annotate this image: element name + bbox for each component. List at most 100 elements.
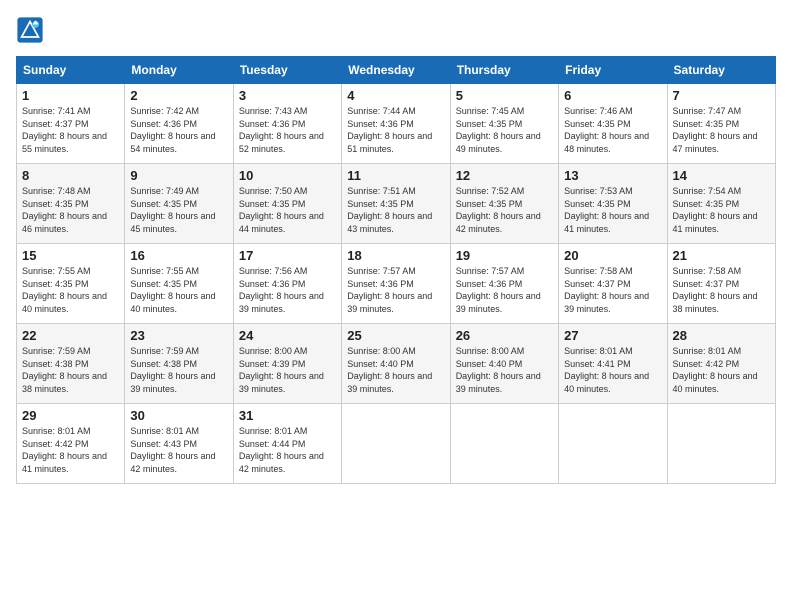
col-saturday: Saturday <box>667 57 775 84</box>
col-tuesday: Tuesday <box>233 57 341 84</box>
day-detail: Sunrise: 7:42 AM Sunset: 4:36 PM Dayligh… <box>130 105 227 155</box>
table-row: 23 Sunrise: 7:59 AM Sunset: 4:38 PM Dayl… <box>125 324 233 404</box>
table-row: 8 Sunrise: 7:48 AM Sunset: 4:35 PM Dayli… <box>17 164 125 244</box>
day-detail: Sunrise: 7:55 AM Sunset: 4:35 PM Dayligh… <box>130 265 227 315</box>
day-detail: Sunrise: 8:01 AM Sunset: 4:42 PM Dayligh… <box>673 345 770 395</box>
page-header <box>16 16 776 44</box>
table-row: 4 Sunrise: 7:44 AM Sunset: 4:36 PM Dayli… <box>342 84 450 164</box>
table-row: 27 Sunrise: 8:01 AM Sunset: 4:41 PM Dayl… <box>559 324 667 404</box>
day-detail: Sunrise: 7:58 AM Sunset: 4:37 PM Dayligh… <box>564 265 661 315</box>
day-number: 7 <box>673 88 770 103</box>
table-row: 19 Sunrise: 7:57 AM Sunset: 4:36 PM Dayl… <box>450 244 558 324</box>
day-number: 24 <box>239 328 336 343</box>
day-number: 12 <box>456 168 553 183</box>
table-row: 26 Sunrise: 8:00 AM Sunset: 4:40 PM Dayl… <box>450 324 558 404</box>
calendar-week-5: 29 Sunrise: 8:01 AM Sunset: 4:42 PM Dayl… <box>17 404 776 484</box>
day-number: 30 <box>130 408 227 423</box>
day-number: 29 <box>22 408 119 423</box>
calendar-header-row: Sunday Monday Tuesday Wednesday Thursday… <box>17 57 776 84</box>
day-number: 21 <box>673 248 770 263</box>
logo-icon <box>16 16 44 44</box>
day-detail: Sunrise: 7:49 AM Sunset: 4:35 PM Dayligh… <box>130 185 227 235</box>
table-row: 1 Sunrise: 7:41 AM Sunset: 4:37 PM Dayli… <box>17 84 125 164</box>
calendar-week-4: 22 Sunrise: 7:59 AM Sunset: 4:38 PM Dayl… <box>17 324 776 404</box>
day-detail: Sunrise: 7:56 AM Sunset: 4:36 PM Dayligh… <box>239 265 336 315</box>
day-detail: Sunrise: 7:58 AM Sunset: 4:37 PM Dayligh… <box>673 265 770 315</box>
day-detail: Sunrise: 8:00 AM Sunset: 4:40 PM Dayligh… <box>456 345 553 395</box>
day-number: 1 <box>22 88 119 103</box>
col-friday: Friday <box>559 57 667 84</box>
day-detail: Sunrise: 7:57 AM Sunset: 4:36 PM Dayligh… <box>456 265 553 315</box>
col-thursday: Thursday <box>450 57 558 84</box>
table-row: 9 Sunrise: 7:49 AM Sunset: 4:35 PM Dayli… <box>125 164 233 244</box>
table-row: 13 Sunrise: 7:53 AM Sunset: 4:35 PM Dayl… <box>559 164 667 244</box>
calendar-table: Sunday Monday Tuesday Wednesday Thursday… <box>16 56 776 484</box>
day-detail: Sunrise: 7:46 AM Sunset: 4:35 PM Dayligh… <box>564 105 661 155</box>
day-number: 3 <box>239 88 336 103</box>
table-row <box>450 404 558 484</box>
table-row: 16 Sunrise: 7:55 AM Sunset: 4:35 PM Dayl… <box>125 244 233 324</box>
day-detail: Sunrise: 8:00 AM Sunset: 4:40 PM Dayligh… <box>347 345 444 395</box>
day-detail: Sunrise: 7:48 AM Sunset: 4:35 PM Dayligh… <box>22 185 119 235</box>
day-number: 23 <box>130 328 227 343</box>
table-row: 2 Sunrise: 7:42 AM Sunset: 4:36 PM Dayli… <box>125 84 233 164</box>
day-detail: Sunrise: 7:54 AM Sunset: 4:35 PM Dayligh… <box>673 185 770 235</box>
day-number: 15 <box>22 248 119 263</box>
day-number: 28 <box>673 328 770 343</box>
day-number: 22 <box>22 328 119 343</box>
day-detail: Sunrise: 7:50 AM Sunset: 4:35 PM Dayligh… <box>239 185 336 235</box>
calendar-week-2: 8 Sunrise: 7:48 AM Sunset: 4:35 PM Dayli… <box>17 164 776 244</box>
day-number: 20 <box>564 248 661 263</box>
day-number: 19 <box>456 248 553 263</box>
table-row: 5 Sunrise: 7:45 AM Sunset: 4:35 PM Dayli… <box>450 84 558 164</box>
table-row: 6 Sunrise: 7:46 AM Sunset: 4:35 PM Dayli… <box>559 84 667 164</box>
day-number: 9 <box>130 168 227 183</box>
day-detail: Sunrise: 7:44 AM Sunset: 4:36 PM Dayligh… <box>347 105 444 155</box>
table-row: 18 Sunrise: 7:57 AM Sunset: 4:36 PM Dayl… <box>342 244 450 324</box>
day-number: 6 <box>564 88 661 103</box>
day-detail: Sunrise: 8:00 AM Sunset: 4:39 PM Dayligh… <box>239 345 336 395</box>
day-number: 25 <box>347 328 444 343</box>
table-row: 12 Sunrise: 7:52 AM Sunset: 4:35 PM Dayl… <box>450 164 558 244</box>
table-row <box>342 404 450 484</box>
day-detail: Sunrise: 8:01 AM Sunset: 4:42 PM Dayligh… <box>22 425 119 475</box>
day-detail: Sunrise: 7:52 AM Sunset: 4:35 PM Dayligh… <box>456 185 553 235</box>
table-row: 21 Sunrise: 7:58 AM Sunset: 4:37 PM Dayl… <box>667 244 775 324</box>
day-number: 27 <box>564 328 661 343</box>
day-detail: Sunrise: 7:47 AM Sunset: 4:35 PM Dayligh… <box>673 105 770 155</box>
col-monday: Monday <box>125 57 233 84</box>
col-sunday: Sunday <box>17 57 125 84</box>
day-detail: Sunrise: 7:45 AM Sunset: 4:35 PM Dayligh… <box>456 105 553 155</box>
day-detail: Sunrise: 7:57 AM Sunset: 4:36 PM Dayligh… <box>347 265 444 315</box>
day-number: 13 <box>564 168 661 183</box>
day-number: 16 <box>130 248 227 263</box>
day-number: 14 <box>673 168 770 183</box>
table-row: 17 Sunrise: 7:56 AM Sunset: 4:36 PM Dayl… <box>233 244 341 324</box>
day-number: 8 <box>22 168 119 183</box>
day-number: 4 <box>347 88 444 103</box>
day-detail: Sunrise: 8:01 AM Sunset: 4:44 PM Dayligh… <box>239 425 336 475</box>
day-number: 26 <box>456 328 553 343</box>
table-row: 20 Sunrise: 7:58 AM Sunset: 4:37 PM Dayl… <box>559 244 667 324</box>
day-detail: Sunrise: 8:01 AM Sunset: 4:41 PM Dayligh… <box>564 345 661 395</box>
table-row: 15 Sunrise: 7:55 AM Sunset: 4:35 PM Dayl… <box>17 244 125 324</box>
day-number: 17 <box>239 248 336 263</box>
day-detail: Sunrise: 7:51 AM Sunset: 4:35 PM Dayligh… <box>347 185 444 235</box>
table-row <box>667 404 775 484</box>
day-detail: Sunrise: 8:01 AM Sunset: 4:43 PM Dayligh… <box>130 425 227 475</box>
table-row: 10 Sunrise: 7:50 AM Sunset: 4:35 PM Dayl… <box>233 164 341 244</box>
day-detail: Sunrise: 7:59 AM Sunset: 4:38 PM Dayligh… <box>22 345 119 395</box>
table-row: 29 Sunrise: 8:01 AM Sunset: 4:42 PM Dayl… <box>17 404 125 484</box>
table-row: 30 Sunrise: 8:01 AM Sunset: 4:43 PM Dayl… <box>125 404 233 484</box>
day-number: 31 <box>239 408 336 423</box>
table-row: 7 Sunrise: 7:47 AM Sunset: 4:35 PM Dayli… <box>667 84 775 164</box>
table-row: 25 Sunrise: 8:00 AM Sunset: 4:40 PM Dayl… <box>342 324 450 404</box>
day-detail: Sunrise: 7:55 AM Sunset: 4:35 PM Dayligh… <box>22 265 119 315</box>
day-number: 2 <box>130 88 227 103</box>
table-row: 22 Sunrise: 7:59 AM Sunset: 4:38 PM Dayl… <box>17 324 125 404</box>
day-number: 10 <box>239 168 336 183</box>
day-number: 11 <box>347 168 444 183</box>
calendar-week-3: 15 Sunrise: 7:55 AM Sunset: 4:35 PM Dayl… <box>17 244 776 324</box>
day-detail: Sunrise: 7:53 AM Sunset: 4:35 PM Dayligh… <box>564 185 661 235</box>
calendar-week-1: 1 Sunrise: 7:41 AM Sunset: 4:37 PM Dayli… <box>17 84 776 164</box>
